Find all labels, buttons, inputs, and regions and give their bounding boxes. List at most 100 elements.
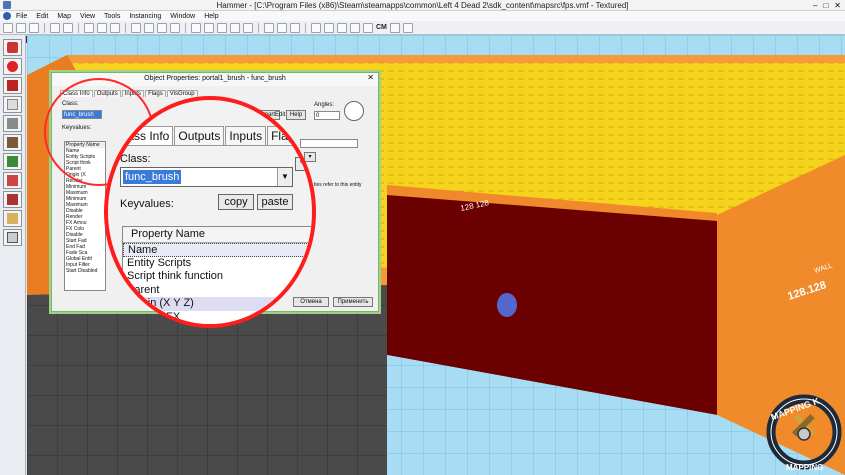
magnified-class-value: func_brush xyxy=(123,170,182,184)
camera-tool[interactable] xyxy=(3,77,22,94)
apply-button[interactable]: Применить xyxy=(333,297,373,307)
menu-view[interactable]: View xyxy=(80,13,95,20)
selection-tool[interactable] xyxy=(3,39,22,56)
toolbar-separator xyxy=(258,22,259,33)
table-row[interactable]: Render FX xyxy=(123,311,311,325)
carve-icon[interactable] xyxy=(230,22,240,33)
entity-note: ties refer to this entity xyxy=(314,182,362,188)
compile-icon[interactable] xyxy=(277,22,287,33)
menu-tools[interactable]: Tools xyxy=(104,13,120,20)
entity-tool[interactable] xyxy=(3,96,22,113)
menu-bar: File Edit Map View Tools Instancing Wind… xyxy=(0,11,845,21)
pointer-icon xyxy=(7,42,18,53)
chevron-down-icon[interactable]: ▼ xyxy=(277,168,292,186)
block-tool[interactable] xyxy=(3,115,22,132)
window-title: Hammer - [C:\Program Files (x86)\Steam\s… xyxy=(216,1,629,10)
magnify-tool[interactable] xyxy=(3,58,22,75)
clip-tool[interactable] xyxy=(3,210,22,227)
new-icon[interactable] xyxy=(3,22,13,33)
open-icon[interactable] xyxy=(16,22,26,33)
grid-larger-icon[interactable] xyxy=(157,22,167,33)
wireframe-icon[interactable] xyxy=(337,22,347,33)
group-icon[interactable] xyxy=(191,22,201,33)
value-combo[interactable] xyxy=(300,139,358,148)
save-icon[interactable] xyxy=(29,22,39,33)
undo-icon[interactable] xyxy=(50,22,60,33)
apply-texture-icon xyxy=(7,156,18,167)
angles-field[interactable]: 0 xyxy=(314,111,340,120)
table-row[interactable]: Entity Scripts xyxy=(123,257,311,271)
cut-icon[interactable] xyxy=(84,22,94,33)
magnified-tabs: Class Info Outputs Inputs Flags xyxy=(112,126,305,145)
watermark-text-bottom: MAPPING xyxy=(786,463,823,472)
tool-palette xyxy=(0,35,26,475)
menu-file[interactable]: File xyxy=(16,13,27,20)
eyedropper-icon[interactable]: ✎ xyxy=(295,157,311,171)
magnified-keyvalues-label: Keyvalues: xyxy=(120,198,174,210)
decal-tool[interactable] xyxy=(3,172,22,189)
table-row[interactable]: Script think function xyxy=(123,270,311,284)
lighting-preview-icon[interactable] xyxy=(363,22,373,33)
copy-icon[interactable] xyxy=(97,22,107,33)
paste-icon[interactable] xyxy=(110,22,120,33)
snap-icon[interactable] xyxy=(170,22,180,33)
hide-icon[interactable] xyxy=(217,22,227,33)
block-icon xyxy=(7,118,18,129)
grid-icon[interactable] xyxy=(131,22,141,33)
grid-smaller-icon[interactable] xyxy=(144,22,154,33)
toolbar-separator xyxy=(78,22,79,33)
table-row[interactable]: Name xyxy=(123,243,311,257)
paste-button[interactable]: paste xyxy=(257,194,293,210)
table-row[interactable]: Origin (X Y Z) xyxy=(123,297,311,311)
overlay-tool[interactable] xyxy=(3,191,22,208)
angle-dial[interactable] xyxy=(344,101,364,121)
redo-icon[interactable] xyxy=(63,22,73,33)
grid-header[interactable]: Property Name xyxy=(123,227,311,243)
magnified-class-combo[interactable]: func_brush ▼ xyxy=(120,167,293,187)
menu-instancing[interactable]: Instancing xyxy=(129,13,161,20)
view-2d-icon[interactable] xyxy=(311,22,321,33)
overlay-icon xyxy=(7,194,18,205)
magnified-tab-class-info[interactable]: Class Info xyxy=(112,126,174,145)
camera-icon xyxy=(7,80,18,91)
magnified-class-label: Class: xyxy=(120,153,151,165)
close-button[interactable]: ✕ xyxy=(834,1,841,10)
dialog-close-button[interactable]: ✕ xyxy=(367,73,374,82)
menu-edit[interactable]: Edit xyxy=(36,13,48,20)
magnified-keyvalues-grid[interactable]: Property Name Name Entity Scripts Script… xyxy=(122,226,312,325)
magnify-icon xyxy=(7,61,18,72)
maximize-button[interactable]: □ xyxy=(823,1,828,10)
menu-window[interactable]: Window xyxy=(170,13,195,20)
decal-icon xyxy=(7,175,18,186)
toolbar-separator xyxy=(44,22,45,33)
apply-texture-tool[interactable] xyxy=(3,153,22,170)
main-toolbar: CM xyxy=(0,21,845,35)
help-button[interactable]: Help xyxy=(286,110,306,120)
list-item[interactable]: Start Disabled xyxy=(65,268,105,274)
toolbar-separator xyxy=(185,22,186,33)
table-row[interactable]: Parent xyxy=(123,284,311,298)
texture-lock-icon[interactable] xyxy=(243,22,253,33)
ungroup-icon[interactable] xyxy=(204,22,214,33)
copy-button[interactable]: copy xyxy=(218,194,254,210)
check-problems-icon[interactable] xyxy=(290,22,300,33)
magnified-tab-flags[interactable]: Flags xyxy=(267,126,305,145)
menu-help[interactable]: Help xyxy=(204,13,218,20)
tab-flags[interactable]: Flags xyxy=(145,90,166,97)
tab-visgroup[interactable]: VisGroup xyxy=(166,90,198,97)
entity-icon xyxy=(7,99,18,110)
cubemap-toggle[interactable]: CM xyxy=(376,24,387,31)
magnified-tab-inputs[interactable]: Inputs xyxy=(225,126,267,145)
magnified-tab-outputs[interactable]: Outputs xyxy=(174,126,225,145)
portal-icon[interactable] xyxy=(389,22,400,33)
run-map-icon[interactable] xyxy=(402,22,413,33)
texture-tool[interactable] xyxy=(3,134,22,151)
entity-report-icon[interactable] xyxy=(264,22,274,33)
view-3d-icon[interactable] xyxy=(324,22,334,33)
mapping-watermark-logo: MAPPING K MAPPING xyxy=(766,394,842,472)
vertex-tool[interactable] xyxy=(3,229,22,246)
menu-map[interactable]: Map xyxy=(57,13,71,20)
toolbar-separator xyxy=(305,22,306,33)
textured-icon[interactable] xyxy=(350,22,360,33)
minimize-button[interactable]: – xyxy=(813,1,817,10)
